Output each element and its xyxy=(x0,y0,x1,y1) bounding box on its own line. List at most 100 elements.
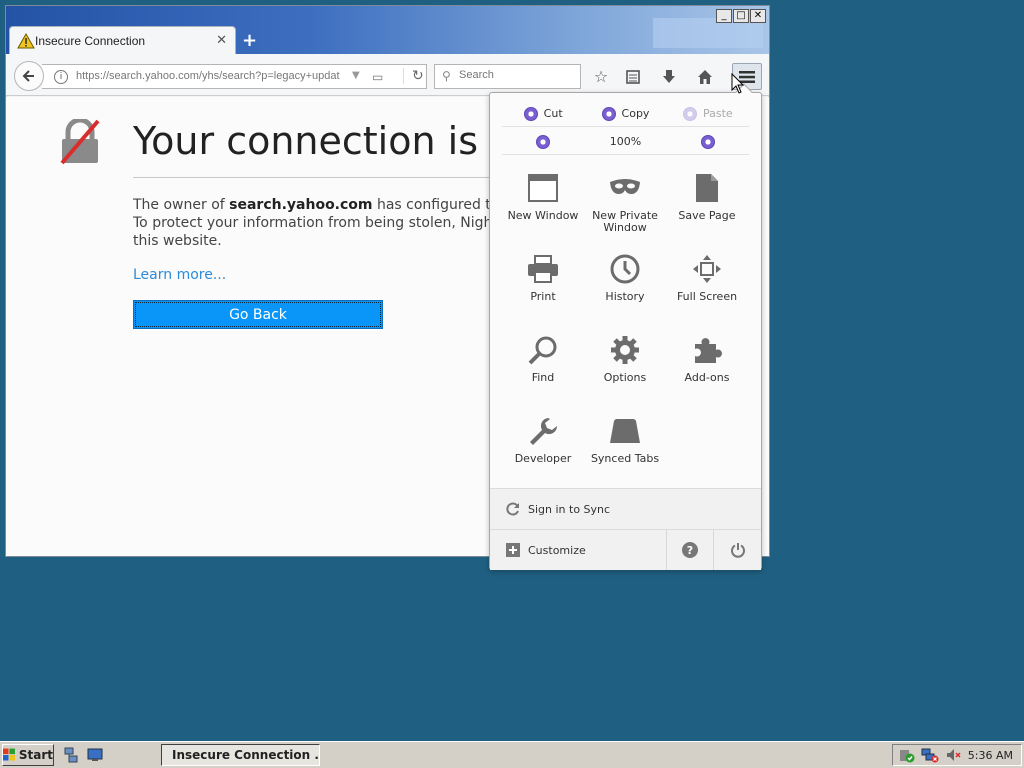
copy-button[interactable]: Copy xyxy=(584,101,666,126)
options-label: Options xyxy=(603,371,647,384)
save-page-button[interactable]: Save Page xyxy=(666,168,748,249)
sign-in-label: Sign in to Sync xyxy=(528,502,611,516)
synced-tabs-button[interactable]: Synced Tabs xyxy=(584,411,666,492)
search-icon: ⚲ xyxy=(442,69,451,83)
new-private-window-button[interactable]: New Private Window xyxy=(584,168,666,249)
help-icon: ? xyxy=(682,542,699,558)
start-button[interactable]: Start xyxy=(2,744,54,766)
taskbar: Start Insecure Connection ... 5:36 AM xyxy=(0,741,1024,768)
cut-button[interactable]: Cut xyxy=(502,101,584,126)
minimize-button[interactable]: _ xyxy=(716,9,732,23)
close-window-button[interactable]: ✕ xyxy=(750,9,766,23)
developer-label: Developer xyxy=(514,452,572,465)
search-input[interactable] xyxy=(459,69,569,81)
desc-owner-prefix: The owner of xyxy=(133,197,230,213)
main-menu-panel: Cut Copy Paste 100% New Window New Priva… xyxy=(489,83,762,570)
new-window-label: New Window xyxy=(507,209,579,222)
bookmarks-menu-icon[interactable] xyxy=(622,66,644,88)
desc-domain: search.yahoo.com xyxy=(229,197,373,213)
new-window-button[interactable]: New Window xyxy=(502,168,584,249)
bookmark-star-icon[interactable]: ☆ xyxy=(590,66,612,88)
help-button[interactable]: ? xyxy=(667,530,715,570)
options-button[interactable]: Options xyxy=(584,330,666,411)
puzzle-icon xyxy=(695,338,722,363)
zoom-out-icon xyxy=(536,134,551,149)
security-shield-icon[interactable] xyxy=(899,747,915,763)
save-page-label: Save Page xyxy=(678,209,736,222)
sign-in-to-sync-button[interactable]: Sign in to Sync xyxy=(490,488,761,530)
maximize-button[interactable]: □ xyxy=(733,9,749,23)
zoom-controls: 100% xyxy=(502,129,749,155)
error-description: The owner of search.yahoo.com has config… xyxy=(133,196,493,250)
url-bar[interactable]: i https://search.yahoo.com/yhs/search?p=… xyxy=(42,64,427,89)
fullscreen-icon xyxy=(693,255,721,283)
full-screen-button[interactable]: Full Screen xyxy=(666,249,748,330)
system-tray: 5:36 AM xyxy=(892,744,1022,766)
developer-button[interactable]: Developer xyxy=(502,411,584,492)
desc-line-3: this website. xyxy=(133,233,222,249)
reader-view-icon[interactable]: ▭ xyxy=(372,70,383,84)
menu-footer: Customize ? xyxy=(490,530,761,570)
downloads-icon[interactable] xyxy=(658,66,680,88)
window-controls: _ □ ✕ xyxy=(716,9,766,23)
find-button[interactable]: Find xyxy=(502,330,584,411)
zoom-in-icon xyxy=(700,134,715,149)
zoom-in-button[interactable] xyxy=(667,129,749,154)
clock-icon xyxy=(610,254,640,284)
customize-button[interactable]: Customize xyxy=(490,530,668,570)
start-label: Start xyxy=(18,748,53,762)
learn-more-link[interactable]: Learn more... xyxy=(133,267,226,283)
tab-close-icon[interactable]: ✕ xyxy=(216,33,227,48)
svg-text:?: ? xyxy=(687,544,693,557)
paste-label: Paste xyxy=(702,107,733,120)
quicklaunch-network-icon[interactable] xyxy=(62,746,80,764)
taskbar-item-browser[interactable]: Insecure Connection ... xyxy=(161,744,320,766)
go-back-button[interactable]: Go Back xyxy=(133,300,383,329)
zoom-out-button[interactable] xyxy=(502,129,584,154)
windows-logo-icon xyxy=(3,748,15,761)
zoom-reset-button[interactable]: 100% xyxy=(584,129,666,154)
taskbar-item-label: Insecure Connection ... xyxy=(172,748,320,762)
power-icon xyxy=(730,543,745,558)
title-bar[interactable]: _ □ ✕ Insecure Connection ✕ + xyxy=(6,6,769,55)
wrench-icon xyxy=(530,418,558,445)
find-label: Find xyxy=(531,371,555,384)
volume-muted-icon[interactable] xyxy=(945,747,961,763)
history-label: History xyxy=(605,290,645,303)
home-icon[interactable] xyxy=(694,66,716,88)
clock: 5:36 AM xyxy=(967,748,1013,762)
copy-label: Copy xyxy=(621,107,650,120)
url-dropdown-icon[interactable]: ▼ xyxy=(352,70,360,81)
url-text[interactable]: https://search.yahoo.com/yhs/search?p=le… xyxy=(76,70,348,82)
print-button[interactable]: Print xyxy=(502,249,584,330)
quicklaunch-desktop-icon[interactable] xyxy=(86,746,104,764)
history-button[interactable]: History xyxy=(584,249,666,330)
quit-button[interactable] xyxy=(714,530,761,570)
gear-icon xyxy=(611,336,639,364)
paste-button[interactable]: Paste xyxy=(667,101,749,126)
synced-tabs-label: Synced Tabs xyxy=(590,452,660,465)
reload-icon[interactable]: ↻ xyxy=(403,68,424,84)
plus-icon xyxy=(506,543,520,557)
search-bar[interactable]: ⚲ xyxy=(434,64,581,89)
network-status-icon[interactable] xyxy=(921,747,939,763)
warning-icon xyxy=(17,33,35,49)
window-icon xyxy=(528,174,558,202)
edit-controls: Cut Copy Paste xyxy=(502,101,749,127)
tab-insecure-connection[interactable]: Insecure Connection ✕ xyxy=(9,26,236,55)
tab-title: Insecure Connection xyxy=(35,34,146,48)
cut-icon xyxy=(523,106,538,121)
paste-icon xyxy=(682,106,697,121)
sync-icon xyxy=(506,502,519,516)
broken-lock-icon xyxy=(60,119,100,165)
menu-grid: New Window New Private Window Save Page … xyxy=(502,168,749,492)
customize-label: Customize xyxy=(528,543,586,557)
new-tab-button[interactable]: + xyxy=(242,30,257,51)
copy-icon xyxy=(601,106,616,121)
site-info-icon[interactable]: i xyxy=(54,70,68,84)
add-ons-label: Add-ons xyxy=(684,371,730,384)
back-button[interactable] xyxy=(14,61,44,91)
add-ons-button[interactable]: Add-ons xyxy=(666,330,748,411)
printer-icon xyxy=(528,255,558,283)
synced-tabs-icon xyxy=(610,419,640,443)
